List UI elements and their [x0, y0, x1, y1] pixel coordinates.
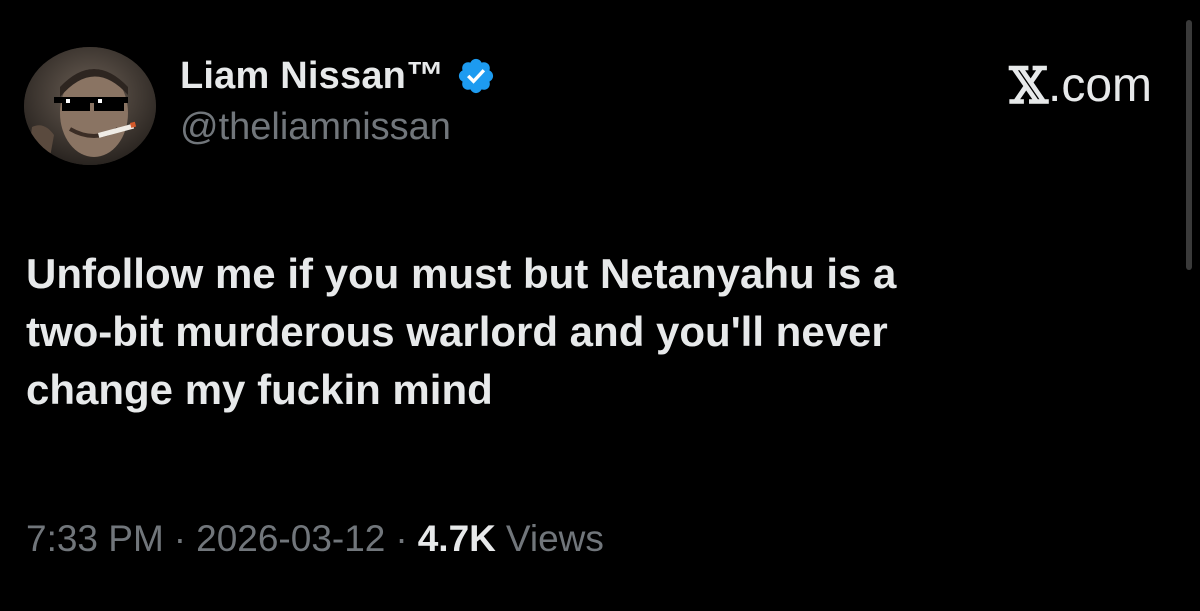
- brand-domain-suffix: .com: [1047, 59, 1152, 112]
- verified-badge-icon[interactable]: [456, 56, 496, 96]
- tweet-text-line: two-bit murderous warlord and you'll nev…: [26, 308, 888, 355]
- x-logo-icon: 𝕏: [1009, 56, 1048, 115]
- views-count[interactable]: 4.7K: [418, 518, 496, 560]
- meta-separator: ·: [173, 518, 187, 559]
- views-label: Views: [505, 518, 604, 559]
- tweet-meta: 7:33 PM · 2026-03-12 · 4.7K Views: [26, 518, 604, 560]
- author-name-row: Liam Nissan™: [180, 52, 496, 100]
- tweet-text: Unfollow me if you must but Netanyahu is…: [26, 245, 1156, 419]
- tweet-date[interactable]: 2026-03-12: [196, 518, 385, 560]
- tweet-text-line: Unfollow me if you must but Netanyahu is…: [26, 250, 897, 297]
- avatar[interactable]: [24, 47, 156, 165]
- author-display-name[interactable]: Liam Nissan™: [180, 55, 444, 98]
- scrollbar[interactable]: [1186, 20, 1192, 270]
- profile-photo-icon: [24, 47, 156, 165]
- author-handle[interactable]: @theliamnissan: [180, 106, 451, 149]
- tweet-text-line: change my fuckin mind: [26, 366, 493, 413]
- tweet-time[interactable]: 7:33 PM: [26, 518, 164, 560]
- meta-separator: ·: [395, 518, 408, 559]
- x-com-logo[interactable]: 𝕏 .com: [1009, 56, 1152, 115]
